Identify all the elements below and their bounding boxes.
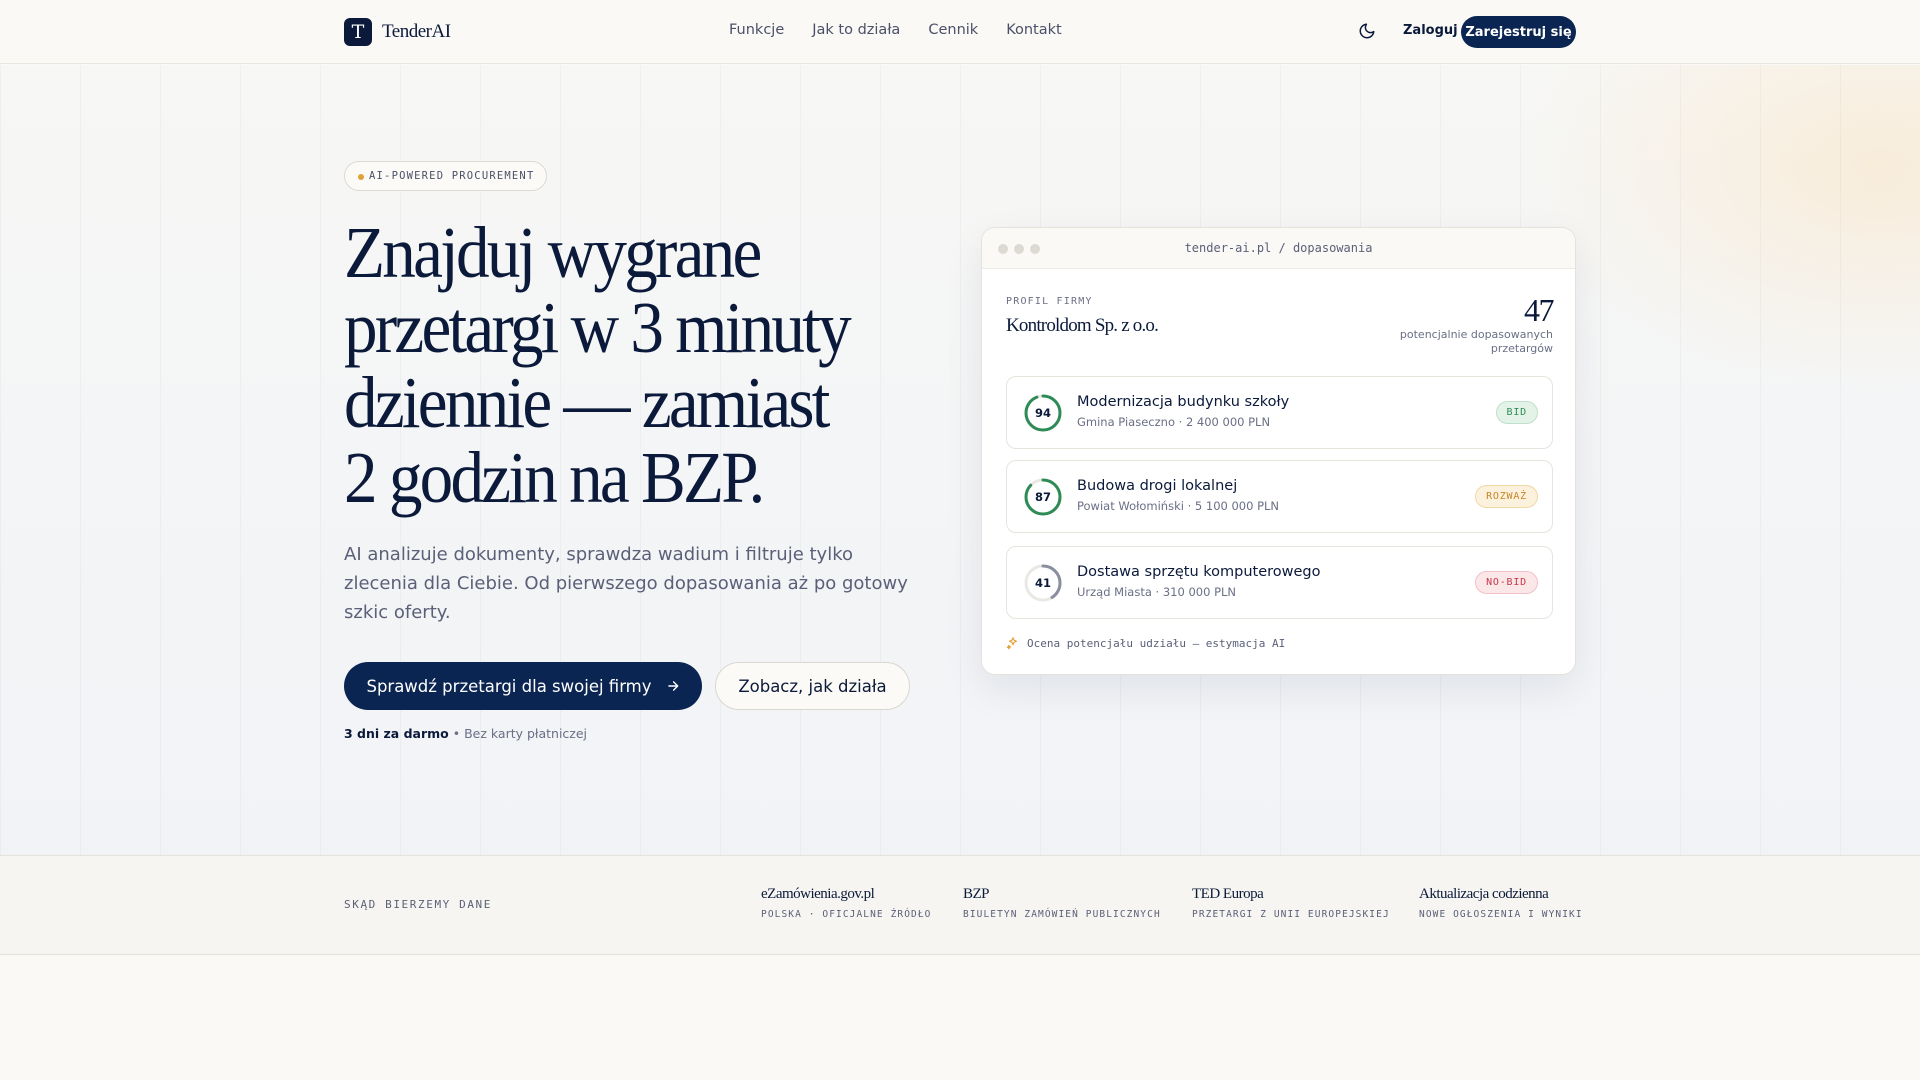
logo[interactable]: T TenderAI: [344, 18, 451, 46]
tender-title: Modernizacja budynku szkoły: [1077, 394, 1290, 410]
matches-count: 47: [1524, 292, 1555, 328]
top-header: T TenderAI Funkcje Jak to działa Cennik …: [0, 0, 1920, 64]
source-desc: NOWE OGŁOSZENIA I WYNIKI: [1419, 909, 1583, 920]
trial-note: 3 dni za darmo • Bez karty płatniczej: [344, 726, 587, 741]
login-link[interactable]: Zaloguj: [1403, 23, 1458, 38]
source-name: TED Europa: [1192, 886, 1264, 902]
card-window-bar: tender-ai.pl / dopasowania: [982, 228, 1575, 269]
data-sources-strip: SKĄD BIERZEMY DANE eZamówienia.gov.pl PO…: [0, 855, 1920, 955]
profile-name: Kontroldom Sp. z o.o.: [1006, 315, 1159, 336]
badge-label: AI-POWERED PROCUREMENT: [369, 170, 535, 182]
source-name: eZamówienia.gov.pl: [761, 886, 875, 902]
nav-item-funkcje[interactable]: Funkcje: [729, 22, 784, 38]
background-grid: [0, 65, 1920, 855]
sparkles-icon: [1006, 637, 1018, 650]
hero-headline: Znajduj wygrane przetargi w 3 minuty dzi…: [344, 212, 852, 518]
source-name: BZP: [963, 886, 990, 902]
source-item: Aktualizacja codzienna NOWE OGŁOSZENIA I…: [1419, 886, 1583, 920]
check-tenders-label: Sprawdź przetargi dla swojej firmy: [366, 676, 652, 696]
hero-badge: AI-POWERED PROCUREMENT: [344, 161, 548, 191]
source-item: BZP BIULETYN ZAMÓWIEŃ PUBLICZNYCH: [963, 886, 1161, 920]
matches-preview-card: tender-ai.pl / dopasowania PROFIL FIRMY …: [981, 227, 1576, 675]
tender-row[interactable]: 87 Budowa drogi lokalnej Powiat Wołomińs…: [1006, 460, 1553, 533]
tender-row[interactable]: 94 Modernizacja budynku szkoły Gmina Pia…: [1006, 376, 1553, 449]
status-badge: NO-BID: [1475, 571, 1538, 594]
logo-mark: T: [344, 18, 372, 46]
profile-label: PROFIL FIRMY: [1006, 296, 1093, 307]
card-url: tender-ai.pl / dopasowania: [1184, 241, 1373, 255]
arrow-right-icon: [667, 681, 678, 691]
status-badge: BID: [1495, 401, 1538, 424]
signup-button[interactable]: Zarejestruj się: [1461, 16, 1576, 48]
source-name: Aktualizacja codzienna: [1419, 886, 1549, 902]
card-footer-text: Ocena potencjału udziału — estymacja AI: [1027, 636, 1286, 650]
badge-dot-icon: [358, 174, 364, 180]
tender-row[interactable]: 41 Dostawa sprzętu komputerowego Urząd M…: [1006, 546, 1553, 619]
source-desc: BIULETYN ZAMÓWIEŃ PUBLICZNYCH: [963, 909, 1161, 920]
nav-item-kontakt[interactable]: Kontakt: [1006, 22, 1062, 38]
tender-title: Dostawa sprzętu komputerowego: [1077, 564, 1321, 580]
matches-count-label: potencjalnie dopasowanych przetargów: [1399, 328, 1553, 355]
trial-rest: • Bez karty płatniczej: [452, 726, 588, 741]
nav-item-jak-to-dziala[interactable]: Jak to działa: [812, 22, 900, 38]
hero-subtext: AI analizuje dokumenty, sprawdza wadium …: [344, 544, 908, 623]
score-value: 87: [1034, 490, 1051, 504]
tender-details: Powiat Wołomiński · 5 100 000 PLN: [1077, 499, 1280, 513]
nav-item-cennik[interactable]: Cennik: [928, 22, 978, 38]
status-badge: ROZWAŻ: [1475, 485, 1538, 508]
source-item: TED Europa PRZETARGI Z UNII EUROPEJSKIEJ: [1192, 886, 1390, 920]
score-value: 94: [1034, 406, 1051, 420]
tender-title: Budowa drogi lokalnej: [1077, 478, 1238, 494]
source-item: eZamówienia.gov.pl POLSKA · OFICJALNE ŹR…: [761, 886, 932, 920]
tender-details: Urząd Miasta · 310 000 PLN: [1077, 585, 1237, 599]
source-desc: POLSKA · OFICJALNE ŹRÓDŁO: [761, 909, 932, 920]
card-footer: Ocena potencjału udziału — estymacja AI: [1006, 636, 1285, 650]
source-desc: PRZETARGI Z UNII EUROPEJSKIEJ: [1192, 909, 1390, 920]
tender-details: Gmina Piaseczno · 2 400 000 PLN: [1077, 415, 1271, 429]
score-value: 41: [1034, 576, 1051, 590]
check-tenders-button[interactable]: Sprawdź przetargi dla swojej firmy: [344, 662, 702, 710]
hero-section: AI-POWERED PROCUREMENT Znajduj wygrane p…: [0, 65, 1920, 855]
moon-icon[interactable]: [1358, 22, 1376, 40]
logo-text: TenderAI: [382, 21, 451, 42]
sources-label: SKĄD BIERZEMY DANE: [344, 898, 493, 911]
see-how-it-works-button[interactable]: Zobacz, jak działa: [715, 662, 910, 710]
trial-highlight: 3 dni za darmo: [344, 726, 449, 741]
main-nav: Funkcje Jak to działa Cennik Kontakt: [729, 22, 1062, 38]
